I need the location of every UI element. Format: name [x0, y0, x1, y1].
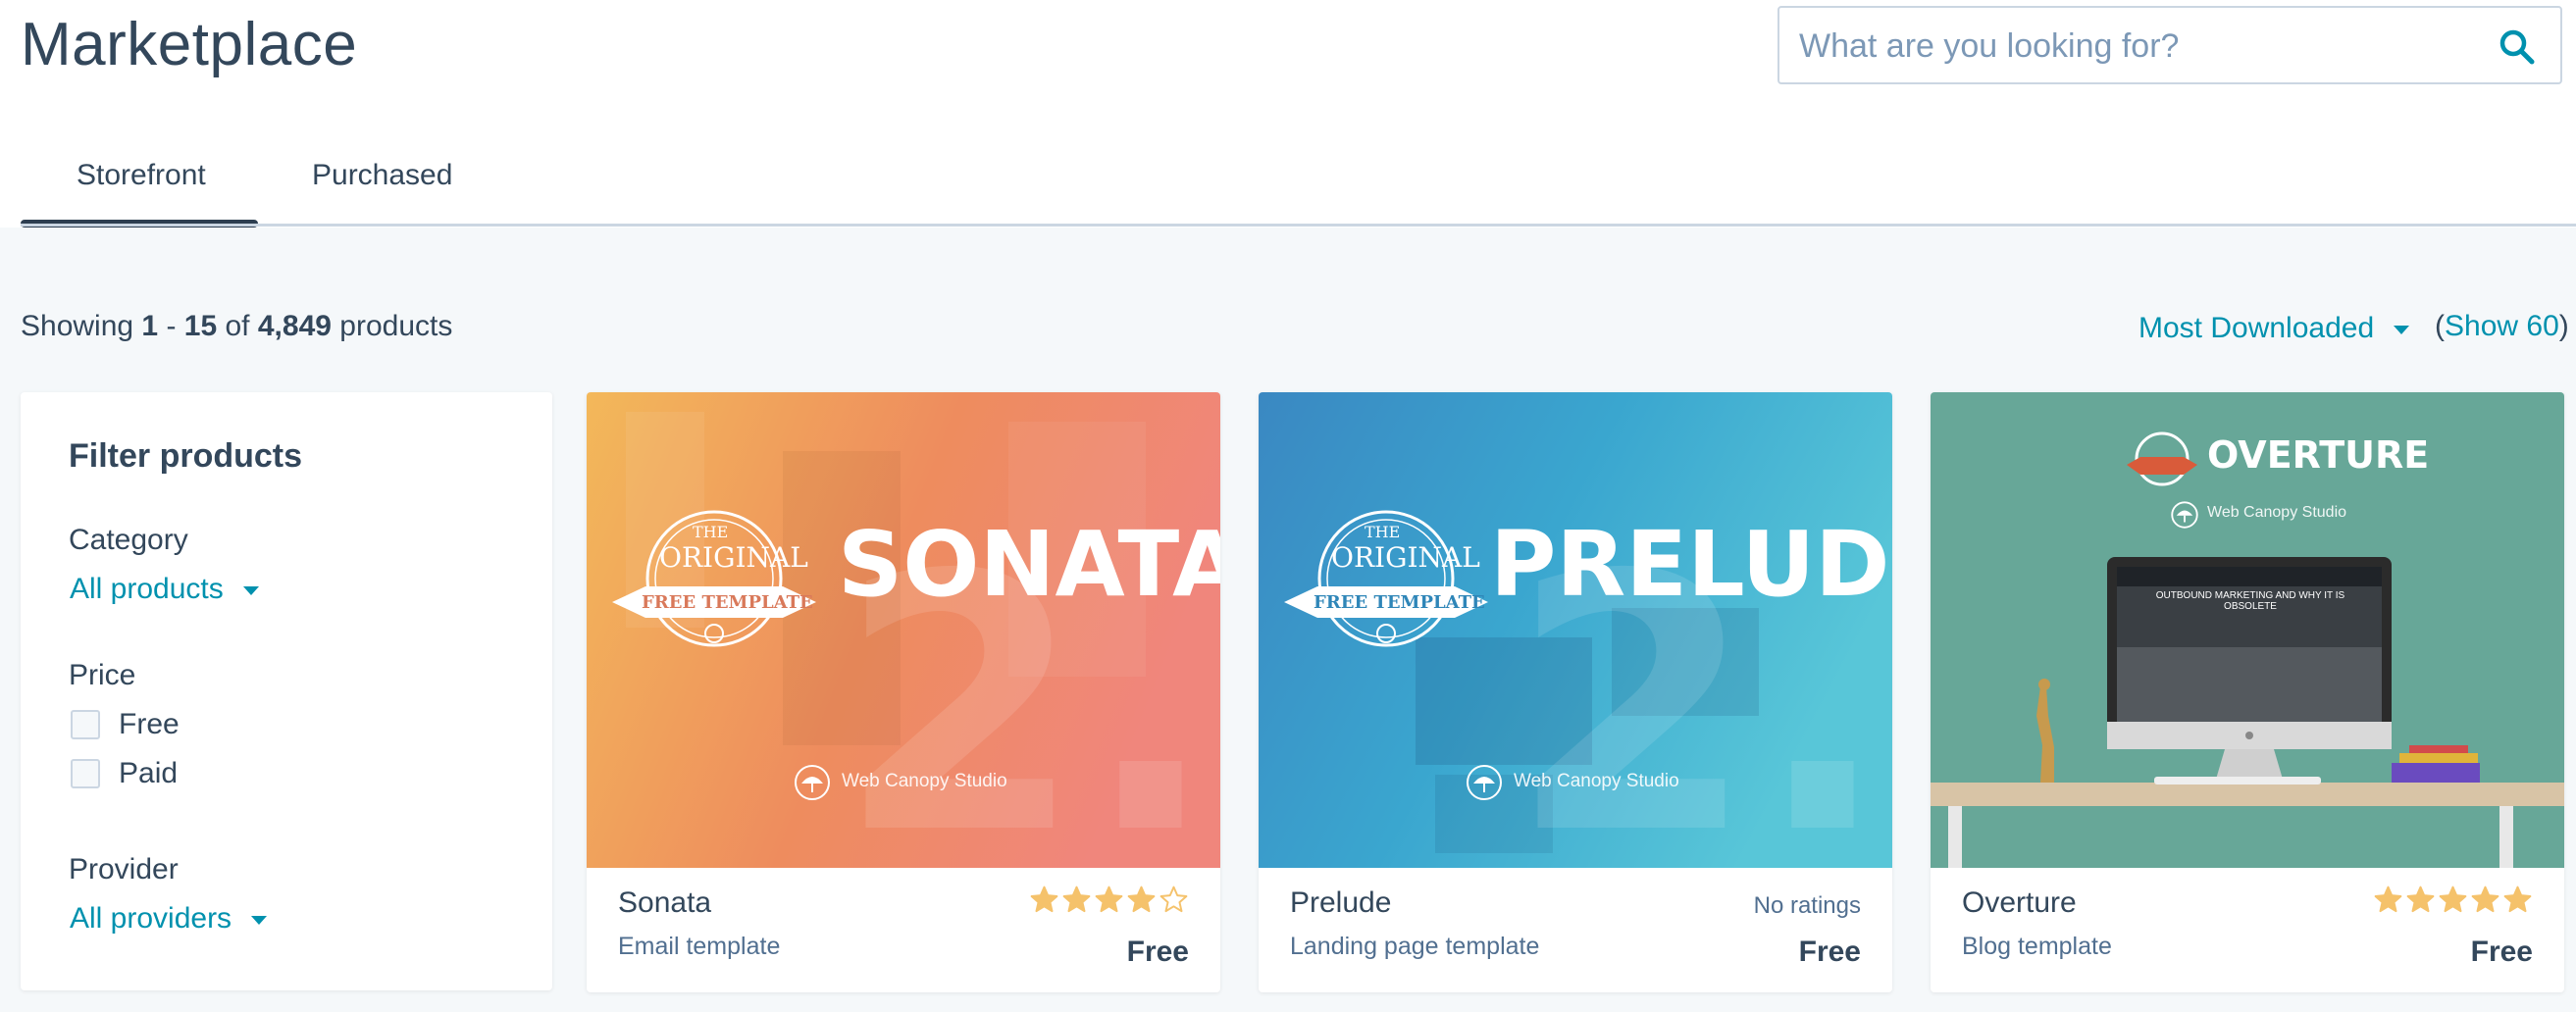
product-thumbnail[interactable]: OVERTURE Web Canopy Studio OUTBOUND MARK…	[1931, 392, 2564, 868]
page-title: Marketplace	[21, 11, 358, 78]
star-filled-icon	[2406, 886, 2435, 913]
price-free-checkbox[interactable]	[71, 710, 100, 739]
price-label: Price	[69, 659, 136, 691]
results-prefix: Showing	[21, 310, 134, 342]
results-total: 4,849	[257, 310, 332, 342]
category-label: Category	[69, 524, 188, 556]
show-60-control: (Show 60)	[2435, 310, 2569, 343]
rating-stars	[2373, 885, 2533, 915]
tab-bar: Storefront Purchased	[0, 147, 2576, 228]
chevron-down-icon	[251, 915, 268, 925]
product-card-sonata[interactable]: 2.0 THE ORIGINAL FREE TEMPLATE SONATA We…	[587, 392, 1220, 992]
badge-top: THE	[693, 523, 729, 541]
chevron-down-icon	[2394, 325, 2410, 334]
star-filled-icon	[1030, 886, 1058, 913]
results-suffix: products	[339, 310, 453, 342]
filter-panel: Filter products Category All products Pr…	[21, 392, 552, 990]
product-price: Free	[2470, 936, 2533, 968]
product-card-prelude[interactable]: 2.0 THE ORIGINAL FREE TEMPLATE PRELUDE W…	[1259, 392, 1892, 992]
results-to: 15	[183, 310, 218, 342]
product-name[interactable]: Sonata	[618, 886, 711, 920]
tab-purchased[interactable]: Purchased	[312, 159, 452, 192]
price-free-label[interactable]: Free	[119, 708, 180, 741]
brand-name: Web Canopy Studio	[842, 771, 1007, 791]
product-type: Landing page template	[1290, 933, 1540, 960]
search-placeholder: What are you looking for?	[1799, 27, 2180, 65]
star-filled-icon	[2439, 886, 2467, 913]
category-value: All products	[70, 573, 224, 605]
star-filled-icon	[2503, 886, 2532, 913]
results-of: of	[225, 310, 250, 342]
show-close-paren: )	[2558, 310, 2569, 342]
rating-text: No ratings	[1753, 892, 1861, 919]
top-bar: Marketplace What are you looking for? St…	[0, 0, 2576, 228]
results-count: Showing 1 - 15 of 4,849 products	[21, 310, 452, 343]
price-paid-checkbox[interactable]	[71, 759, 100, 788]
provider-dropdown[interactable]: All providers	[70, 902, 268, 936]
tab-divider	[21, 224, 2576, 227]
product-thumbnail[interactable]: 2.0 THE ORIGINAL FREE TEMPLATE PRELUDE W…	[1259, 392, 1892, 868]
brand-name: Web Canopy Studio	[1514, 771, 1679, 791]
star-filled-icon	[1127, 886, 1156, 913]
sort-label: Most Downloaded	[2138, 312, 2375, 344]
star-filled-icon	[1095, 886, 1123, 913]
badge-ribbon: FREE TEMPLATE	[642, 592, 813, 613]
hero-title: PRELUDE	[1490, 512, 1892, 617]
star-filled-icon	[2471, 886, 2499, 913]
hero-title: OVERTURE	[2207, 433, 2430, 477]
product-card-overture[interactable]: OVERTURE Web Canopy Studio OUTBOUND MARK…	[1931, 392, 2564, 992]
screen-headline: OUTBOUND MARKETING AND WHY IT IS OBSOLET…	[2155, 590, 2345, 612]
product-type: Email template	[618, 933, 781, 960]
search-icon[interactable]	[2498, 27, 2537, 67]
rating-stars	[1029, 885, 1189, 915]
results-sep: -	[158, 310, 184, 342]
star-filled-icon	[1062, 886, 1091, 913]
filter-title: Filter products	[69, 437, 303, 475]
hero-title: SONATA	[838, 512, 1220, 617]
badge-ribbon: FREE TEMPLATE	[1314, 592, 1485, 613]
sort-dropdown[interactable]: Most Downloaded	[2138, 312, 2410, 345]
product-price: Free	[1126, 936, 1189, 968]
badge-mid: ORIGINAL	[1331, 541, 1480, 574]
badge-top: THE	[1365, 523, 1401, 541]
brand-name: Web Canopy Studio	[2207, 504, 2347, 521]
umbrella-icon	[2171, 501, 2198, 529]
show-60-link[interactable]: Show 60	[2445, 310, 2559, 342]
provider-label: Provider	[69, 853, 179, 886]
product-name[interactable]: Overture	[1962, 886, 2077, 920]
star-filled-icon	[2374, 886, 2402, 913]
badge-mid: ORIGINAL	[659, 541, 808, 574]
product-type: Blog template	[1962, 933, 2112, 960]
show-open-paren: (	[2435, 310, 2445, 342]
search-input[interactable]: What are you looking for?	[1777, 6, 2562, 84]
product-price: Free	[1798, 936, 1861, 968]
ribbon-badge-icon	[2127, 431, 2197, 486]
tab-storefront[interactable]: Storefront	[77, 159, 206, 192]
umbrella-icon	[1467, 765, 1502, 800]
provider-value: All providers	[70, 902, 232, 935]
umbrella-icon	[795, 765, 830, 800]
star-empty-icon	[1159, 886, 1188, 913]
category-dropdown[interactable]: All products	[70, 573, 259, 606]
chevron-down-icon	[242, 585, 259, 595]
product-thumbnail[interactable]: 2.0 THE ORIGINAL FREE TEMPLATE SONATA We…	[587, 392, 1220, 868]
results-from: 1	[141, 310, 159, 342]
price-paid-label[interactable]: Paid	[119, 757, 178, 790]
product-name[interactable]: Prelude	[1290, 886, 1391, 920]
